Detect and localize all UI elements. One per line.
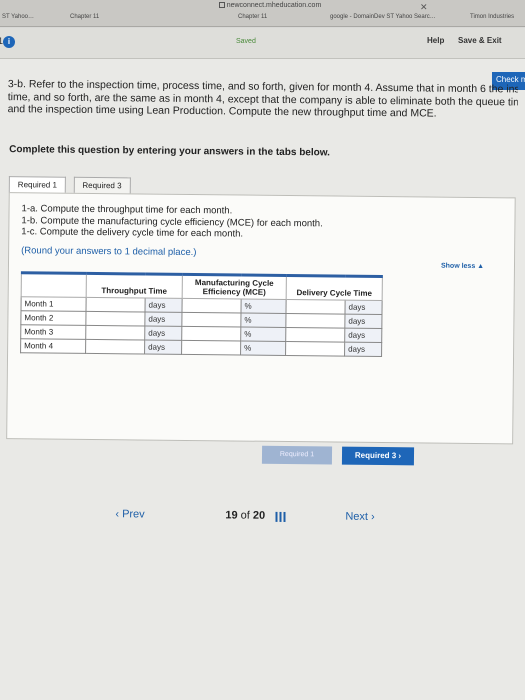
prev-question-button[interactable]: ‹ Prev <box>115 508 144 520</box>
throughput-input-month-3[interactable] <box>85 325 145 341</box>
delivery-input-month-2[interactable] <box>285 313 345 329</box>
question-text: 3-b. Refer to the inspection time, proce… <box>8 78 518 121</box>
browser-tab-timon[interactable]: Timon Industries <box>470 14 514 20</box>
unit-label: days <box>144 340 182 355</box>
table-row: Month 4 days % days <box>20 338 382 357</box>
total-pages: 20 <box>252 509 266 522</box>
answer-table: Throughput Time Manufacturing Cycle Effi… <box>20 271 383 357</box>
show-less-link[interactable]: Show less ▲ <box>441 263 484 270</box>
tab-panel: 1-a. Compute the throughput time for eac… <box>6 192 516 466</box>
question-pager: ‹ Prev 19 of 20 Next › <box>115 508 435 531</box>
page: 1 i Saved Help Save & Exit Check my 3-b.… <box>0 28 525 700</box>
next-question-button[interactable]: Next › <box>345 511 374 523</box>
mce-input-month-2[interactable] <box>181 312 241 328</box>
prev-required-button[interactable]: Required 1 <box>261 445 333 465</box>
lock-icon <box>218 2 225 9</box>
next-required-button[interactable]: Required 3 › <box>341 446 415 466</box>
page-of: of <box>240 509 250 522</box>
browser-chrome: newconnect.mheducation.com ✕ ST Yahoo… C… <box>0 0 525 27</box>
delivery-input-month-3[interactable] <box>285 327 345 343</box>
header-mce: Manufacturing Cycle Efficiency (MCE) <box>182 274 287 300</box>
saved-status: Saved <box>236 38 256 45</box>
throughput-input-month-2[interactable] <box>85 311 145 327</box>
mce-input-month-3[interactable] <box>181 326 241 342</box>
delivery-input-month-1[interactable] <box>285 299 346 315</box>
unit-label: days <box>144 312 182 327</box>
mce-input-month-4[interactable] <box>181 340 241 356</box>
row-label: Month 3 <box>20 324 86 340</box>
browser-tab-chapter[interactable]: Chapter 11 <box>70 14 99 20</box>
mce-input-month-1[interactable] <box>181 298 242 314</box>
question-content: 3-b. Refer to the inspection time, proce… <box>0 72 525 700</box>
unit-label: % <box>240 327 286 342</box>
row-label: Month 1 <box>21 296 87 312</box>
info-badge[interactable]: i <box>3 36 15 48</box>
row-label: Month 4 <box>20 338 86 354</box>
header-throughput: Throughput Time <box>86 273 183 299</box>
unit-label: days <box>144 298 183 313</box>
browser-tab-yahoo[interactable]: ST Yahoo… <box>2 14 34 20</box>
unit-label: days <box>144 326 182 341</box>
corner-header <box>21 272 87 298</box>
url-text: newconnect.mheducation.com <box>226 2 322 9</box>
throughput-input-month-4[interactable] <box>85 339 145 355</box>
grid-icon[interactable] <box>275 511 288 523</box>
rounding-note: (Round your answers to 1 decimal place.) <box>21 245 197 259</box>
browser-tab-chapter-2[interactable]: Chapter 11 <box>238 14 267 20</box>
close-icon[interactable]: ✕ <box>420 2 428 13</box>
unit-label: days <box>344 314 382 329</box>
throughput-input-month-1[interactable] <box>85 297 146 313</box>
tab-required-1[interactable]: Required 1 <box>8 176 67 194</box>
required-tabs: Required 1 Required 3 <box>8 174 134 195</box>
save-exit-button[interactable]: Save & Exit <box>458 36 502 45</box>
unit-label: days <box>344 342 382 357</box>
header-delivery: Delivery Cycle Time <box>286 275 383 301</box>
current-page: 19 <box>225 509 238 522</box>
screen: newconnect.mheducation.com ✕ ST Yahoo… C… <box>0 0 525 700</box>
assignment-header: 1 i Saved Help Save & Exit <box>0 28 525 59</box>
browser-tab-google[interactable]: google - DomainDev ST Yahoo Searc… <box>330 14 436 20</box>
instructions: 1-a. Compute the throughput time for eac… <box>21 203 323 241</box>
row-label: Month 2 <box>20 310 86 326</box>
unit-label: % <box>240 313 286 328</box>
page-indicator: 19 of 20 <box>225 509 265 521</box>
delivery-input-month-4[interactable] <box>285 341 345 357</box>
address-bar[interactable]: newconnect.mheducation.com <box>215 2 325 9</box>
tab-required-3[interactable]: Required 3 <box>73 176 131 195</box>
help-button[interactable]: Help <box>427 36 444 45</box>
unit-label: % <box>240 299 287 314</box>
complete-instruction: Complete this question by entering your … <box>9 144 331 159</box>
unit-label: days <box>344 328 382 343</box>
unit-label: % <box>240 341 286 356</box>
unit-label: days <box>344 300 383 315</box>
